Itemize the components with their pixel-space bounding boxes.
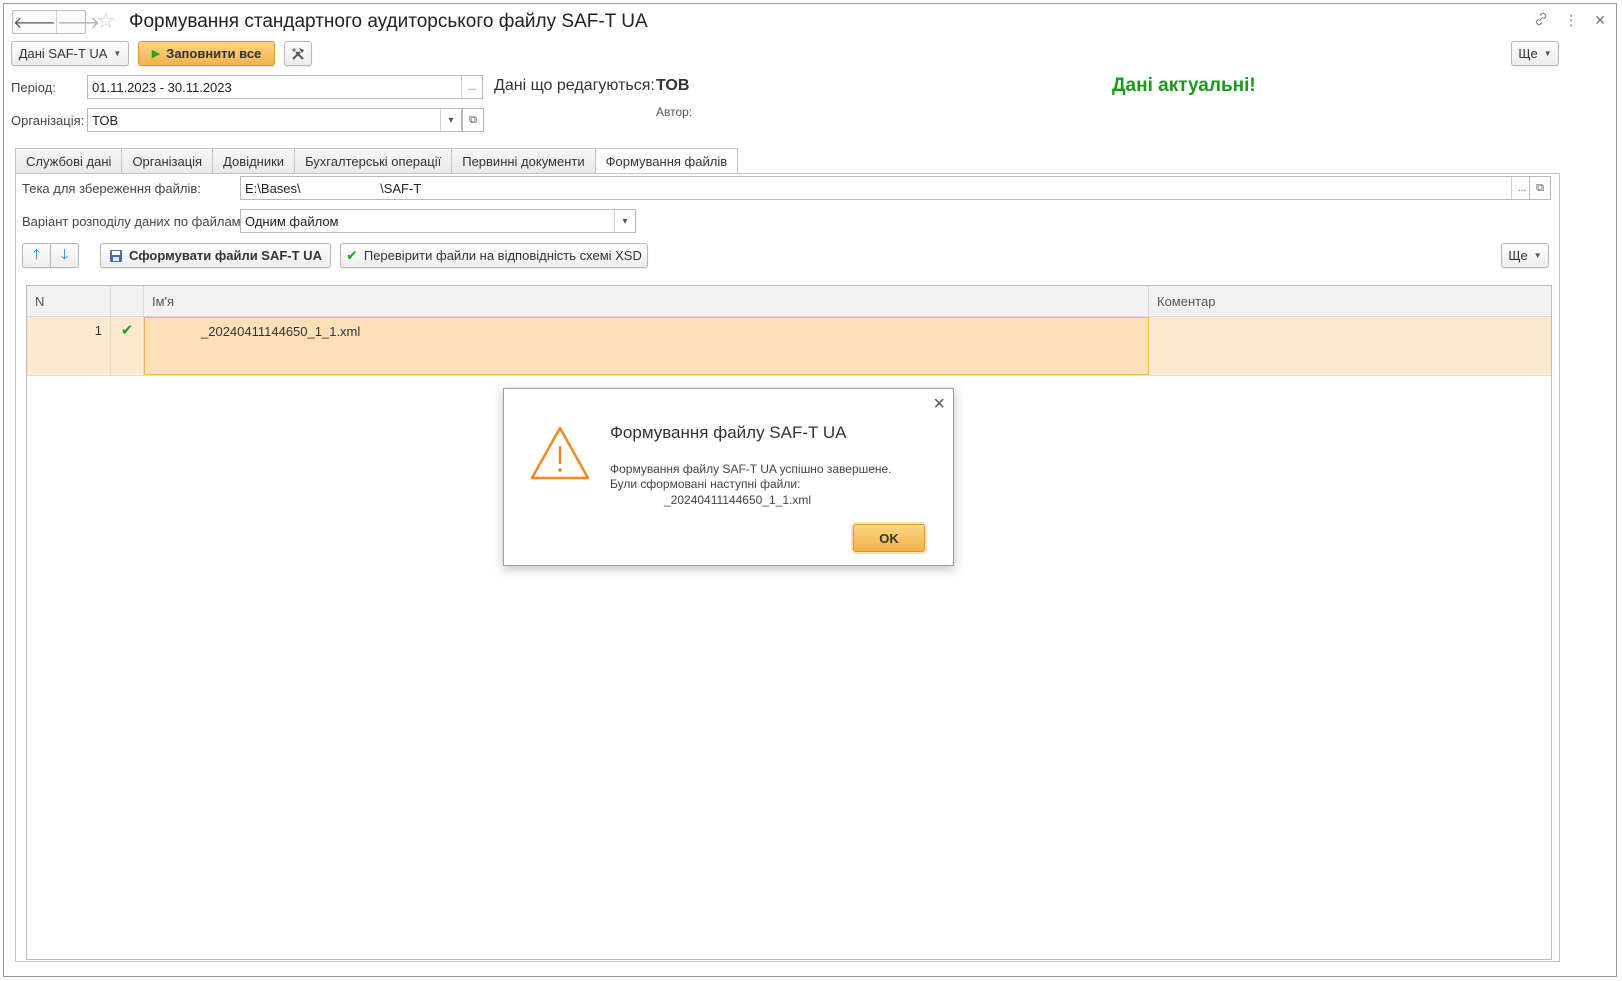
tab-organization[interactable]: Організація [121, 148, 213, 174]
move-up-button[interactable]: 🡑 [22, 243, 51, 268]
edited-data-label: Дані що редагуються: [494, 77, 655, 94]
open-organization-icon[interactable]: ⧉ [462, 108, 484, 132]
window-title: Формування стандартного аудиторського фа… [129, 11, 648, 32]
tools-button[interactable] [284, 41, 312, 66]
chevron-down-icon[interactable]: ▾ [440, 109, 461, 131]
column-header-name[interactable]: Ім'я [144, 286, 1149, 316]
column-header-comment[interactable]: Коментар [1149, 286, 1551, 316]
more-label: Ще [1508, 248, 1528, 263]
arrow-down-icon: 🡓 [60, 245, 69, 262]
tab-bar: Службові дані Організація Довідники Бухг… [15, 148, 739, 174]
chevron-down-icon[interactable]: ▾ [614, 210, 635, 232]
data-saft-menu-button[interactable]: Дані SAF-T UA ▼ [11, 41, 129, 66]
table-row[interactable]: 1 ✔ _20240411144650_1_1.xml [27, 317, 1551, 376]
dialog-file-name: _20240411144650_1_1.xml [664, 493, 812, 507]
row-file-name[interactable]: _20240411144650_1_1.xml [144, 317, 1149, 375]
dialog-message-line2: Були сформовані наступні файли: [610, 477, 801, 491]
files-table[interactable]: N Ім'я Коментар 1 ✔ _20240411144650_1_1.… [26, 285, 1552, 960]
column-header-status[interactable] [111, 286, 144, 316]
author-label: Автор: [656, 105, 693, 119]
validate-xsd-button[interactable]: ✔ Перевірити файли на відповідність схем… [340, 243, 648, 268]
status-text: Дані актуальні! [1112, 75, 1256, 96]
move-down-button[interactable]: 🡓 [50, 243, 79, 268]
tab-primary-documents[interactable]: Первинні документи [451, 148, 595, 174]
edited-data-value: ТОВ [656, 77, 690, 94]
folder-field[interactable]: E:\Bases\ \SAF-T ... [240, 176, 1533, 200]
chevron-down-icon: ▼ [1533, 251, 1542, 260]
fill-all-button[interactable]: ▶ Заповнити все [138, 41, 275, 66]
validate-xsd-label: Перевірити файли на відповідність схемі … [363, 248, 642, 263]
tab-directories[interactable]: Довідники [212, 148, 295, 174]
organization-field[interactable]: ТОВ ▾ [87, 108, 462, 132]
open-folder-icon[interactable]: ⧉ [1529, 176, 1551, 200]
dialog-close-icon[interactable]: × [933, 393, 945, 415]
period-select-button[interactable]: ... [461, 76, 482, 98]
message-dialog: × Формування файлу SAF-T UA Формування ф… [503, 388, 954, 566]
data-saft-menu-label: Дані SAF-T UA [18, 46, 108, 61]
ok-label: OK [879, 530, 899, 546]
forward-button[interactable]: 🡒 [55, 11, 100, 33]
generate-files-button[interactable]: Сформувати файли SAF-T UA [100, 243, 331, 268]
split-field[interactable]: Одним файлом ▾ [240, 209, 636, 233]
organization-label: Організація: [11, 113, 85, 128]
period-value: 01.11.2023 - 30.11.2023 [92, 79, 232, 95]
dialog-title: Формування файлу SAF-T UA [610, 423, 847, 442]
tools-icon [292, 47, 304, 60]
title-actions: ⋮ ✕ [1534, 12, 1606, 29]
ok-button[interactable]: OK [853, 524, 925, 552]
more-button-table[interactable]: Ще ▼ [1501, 243, 1549, 268]
tab-service-data[interactable]: Службові дані [15, 148, 122, 174]
generate-files-label: Сформувати файли SAF-T UA [129, 248, 322, 263]
arrow-up-icon: 🡑 [32, 245, 41, 262]
more-button-top[interactable]: Ще ▼ [1511, 41, 1559, 66]
tab-accounting-operations[interactable]: Бухгалтерські операції [294, 148, 452, 174]
folder-value: E:\Bases\ \SAF-T [245, 180, 422, 196]
close-icon[interactable]: ✕ [1594, 12, 1606, 29]
chevron-down-icon: ▼ [1543, 49, 1552, 58]
back-button[interactable]: 🡐 [13, 11, 56, 33]
favorite-star-icon[interactable]: ☆ [96, 9, 116, 33]
column-header-n[interactable]: N [27, 286, 111, 316]
split-value: Одним файлом [245, 213, 339, 229]
checkmark-icon: ✔ [111, 317, 144, 375]
split-label: Варіант розподілу даних по файлам: [22, 214, 245, 229]
organization-value: ТОВ [92, 112, 119, 128]
play-icon: ▶ [151, 48, 161, 60]
checkmark-icon: ✔ [346, 247, 358, 263]
tab-file-generation[interactable]: Формування файлів [594, 148, 739, 174]
dialog-message-line1: Формування файлу SAF-T UA успішно заверш… [610, 462, 892, 476]
warning-icon [530, 426, 590, 480]
period-field[interactable]: 01.11.2023 - 30.11.2023 ... [87, 75, 483, 99]
more-label: Ще [1518, 46, 1538, 61]
folder-label: Тека для збереження файлів: [22, 181, 201, 196]
table-header: N Ім'я Коментар [27, 286, 1551, 317]
row-comment[interactable] [1149, 317, 1551, 375]
period-label: Період: [11, 80, 56, 95]
link-icon[interactable] [1534, 12, 1548, 29]
row-number: 1 [27, 317, 111, 375]
more-vertical-icon[interactable]: ⋮ [1564, 12, 1578, 29]
main-window: 🡐 🡒 ☆ Формування стандартного аудиторськ… [3, 3, 1617, 977]
save-icon [110, 249, 123, 262]
fill-all-label: Заповнити все [166, 46, 262, 61]
chevron-down-icon: ▼ [113, 49, 122, 58]
nav-buttons: 🡐 🡒 [12, 10, 100, 34]
